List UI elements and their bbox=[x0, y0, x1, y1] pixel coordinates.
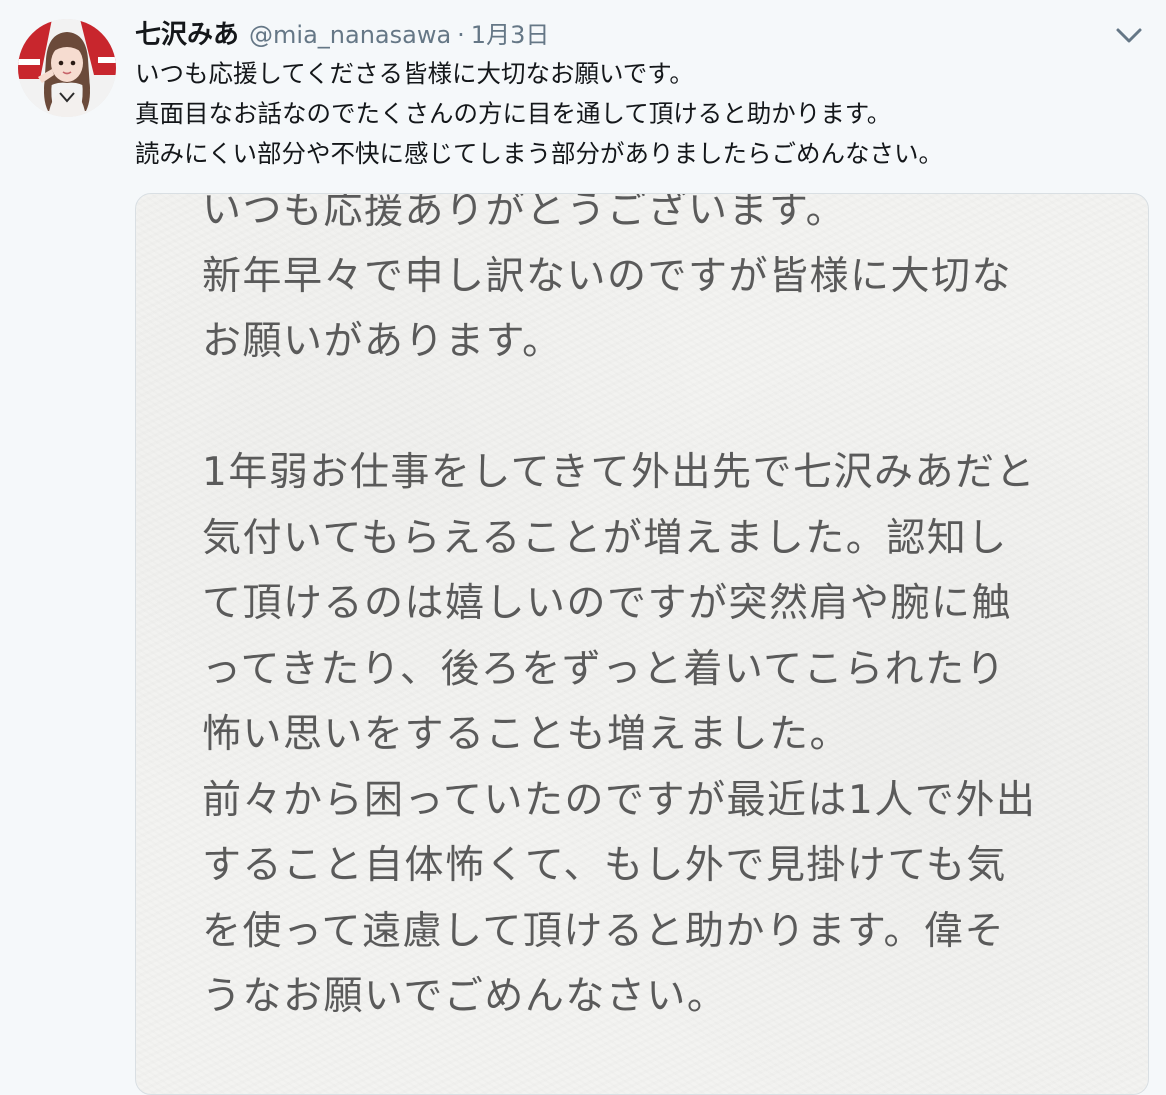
avatar[interactable] bbox=[18, 19, 116, 117]
separator-dot: · bbox=[457, 21, 465, 49]
memo-line: ってきたり、後ろをずっと着いてこられたり bbox=[202, 646, 1007, 692]
memo-line: うなお願いでごめんなさい。 bbox=[202, 974, 728, 1019]
memo-line: いつも応援ありがとうございます。 bbox=[202, 193, 847, 233]
memo-line: を使って遠慮して頂けると助かります。偉そ bbox=[202, 908, 1005, 954]
memo-line: て頂けるのは嬉しいのですが突然肩や腕に触 bbox=[202, 581, 1013, 626]
avatar-image bbox=[18, 19, 116, 117]
memo-text: いつも応援ありがとうございます。 新年早々で申し訳ないのですが皆様に大切な お願… bbox=[202, 193, 1142, 1030]
tweet-text: いつも応援してくださる皆様に大切なお願いです。 真面目なお話なのでたくさんの方に… bbox=[135, 54, 1145, 174]
tweet-text-line: 読みにくい部分や不快に感じてしまう部分がありましたらごめんなさい。 bbox=[135, 139, 944, 168]
memo-line: すること自体怖くて、もし外で見掛けても気 bbox=[202, 843, 1007, 888]
tweet-text-line: 真面目なお話なのでたくさんの方に目を通して頂けると助かります。 bbox=[135, 99, 892, 128]
tweet-text-line: いつも応援してくださる皆様に大切なお願いです。 bbox=[135, 59, 694, 88]
memo-line: 怖い思いをすることも増えました。 bbox=[202, 712, 851, 757]
display-name[interactable]: 七沢みあ bbox=[135, 14, 239, 51]
memo-line: 気付いてもらえることが増えました。認知し bbox=[202, 515, 1008, 561]
memo-line: 新年早々で申し訳ないのですが皆様に大切な bbox=[202, 253, 1013, 299]
memo-line: 1年弱お仕事をしてきて外出先で七沢みあだと bbox=[202, 450, 1036, 495]
timestamp[interactable]: 1月3日 bbox=[471, 15, 550, 50]
user-handle[interactable]: @mia_nanasawa bbox=[249, 21, 451, 49]
tweet: 七沢みあ @mia_nanasawa · 1月3日 いつも応援してくださる皆様に… bbox=[0, 0, 1166, 1095]
memo-line bbox=[202, 375, 1142, 441]
memo-line: 前々から困っていたのですが最近は1人で外出 bbox=[202, 777, 1037, 823]
attached-image[interactable]: いつも応援ありがとうございます。 新年早々で申し訳ないのですが皆様に大切な お願… bbox=[135, 193, 1149, 1095]
chevron-down-icon[interactable] bbox=[1112, 22, 1146, 48]
tweet-header: 七沢みあ @mia_nanasawa · 1月3日 bbox=[135, 14, 549, 54]
memo-line: お願いがあります。 bbox=[202, 319, 563, 364]
